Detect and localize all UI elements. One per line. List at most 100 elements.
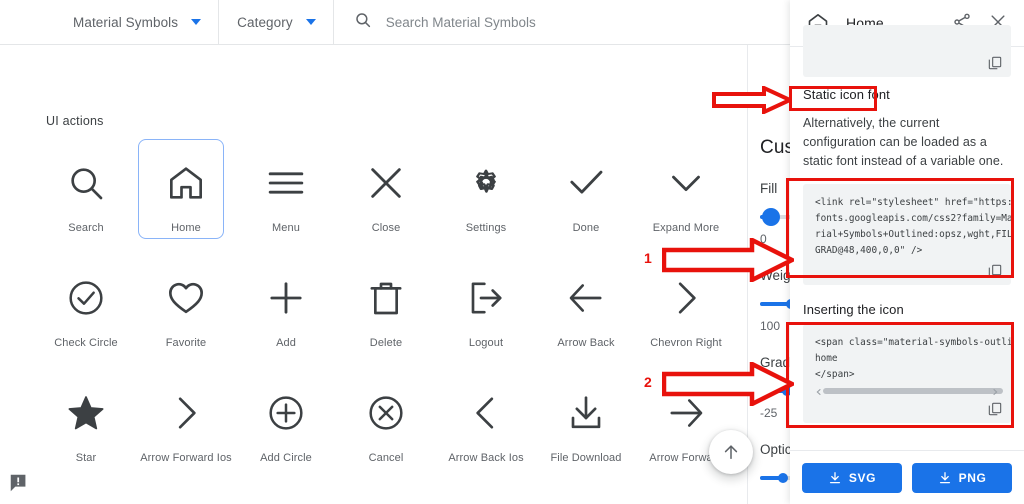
icon-cell-add-circle[interactable]: Add Circle (236, 375, 336, 490)
download-png-label: PNG (958, 470, 987, 485)
grade-slider-knob[interactable] (782, 386, 790, 396)
trash-icon (362, 274, 410, 322)
icon-label: Favorite (165, 337, 207, 349)
copy-icon[interactable] (987, 55, 1003, 71)
detail-panel-body: Static icon font Alternatively, the curr… (790, 25, 1024, 504)
icon-cell-settings[interactable]: Settings (436, 145, 536, 260)
copy-icon[interactable] (987, 401, 1003, 417)
chevron-left-thin-icon (462, 389, 510, 437)
icon-grid: Search Home Menu Close Settings Done Expand Mo… (36, 139, 747, 490)
scroll-left-arrow-icon[interactable] (815, 386, 823, 396)
gear-icon (462, 159, 510, 207)
icon-cell-logout[interactable]: Logout (436, 260, 536, 375)
feedback-bubble-icon[interactable] (8, 472, 30, 494)
home-icon (162, 159, 210, 207)
icon-label: File Download (550, 452, 622, 464)
scrollbar-thumb[interactable] (823, 388, 1003, 394)
scroll-right-arrow-icon[interactable] (991, 386, 999, 396)
optical-size-slider-knob[interactable] (778, 473, 788, 483)
icon-cell-star[interactable]: Star (36, 375, 136, 490)
search-input[interactable] (385, 14, 790, 30)
grade-label: Grade (760, 355, 790, 370)
download-svg-button[interactable]: SVG (802, 462, 902, 493)
icon-cell-home[interactable]: Home (136, 139, 236, 260)
icon-label: Search (68, 222, 104, 234)
icon-cell-arrow-back[interactable]: Arrow Back (536, 260, 636, 375)
download-icon (562, 389, 610, 437)
icon-cell-expand-more[interactable]: Expand More (636, 145, 736, 260)
icon-label: Delete (369, 337, 403, 349)
grade-slider[interactable] (760, 382, 790, 400)
icon-cell-add[interactable]: Add (236, 260, 336, 375)
icon-cell-cancel[interactable]: Cancel (336, 375, 436, 490)
heart-icon (162, 274, 210, 322)
font-family-label: Material Symbols (73, 14, 179, 30)
icon-detail-panel: Home Static icon font Alternatively, the… (790, 0, 1024, 504)
fill-slider[interactable] (760, 208, 790, 226)
icon-label: Close (371, 222, 401, 234)
insert-icon-code-block[interactable]: <span class="material-symbols-outlined" h… (803, 324, 1011, 423)
optical-size-label: Optical size (760, 442, 790, 457)
inserting-the-icon-heading: Inserting the icon (803, 302, 904, 317)
star-filled-icon (62, 389, 110, 437)
category-label: Category (237, 14, 293, 30)
annotation-marker-2: 2 (644, 374, 652, 390)
font-family-dropdown[interactable]: Material Symbols (55, 0, 220, 45)
icon-cell-arrow-forward-ios[interactable]: Arrow Forward Ios (136, 375, 236, 490)
check-circle-icon (62, 274, 110, 322)
icon-cell-menu[interactable]: Menu (236, 145, 336, 260)
code-line: <span class="material-symbols-outlined" (815, 337, 1011, 348)
download-png-button[interactable]: PNG (912, 462, 1012, 493)
variable-font-code-block[interactable] (803, 25, 1011, 77)
code-line: rial+Symbols+Outlined:opsz,wght,FILL, (815, 229, 1011, 240)
icon-cell-done[interactable]: Done (536, 145, 636, 260)
static-font-code-block[interactable]: <link rel="stylesheet" href="https:// fon… (803, 184, 1011, 285)
weight-slider[interactable] (760, 295, 790, 313)
category-dropdown[interactable]: Category (219, 0, 334, 45)
copy-icon[interactable] (987, 263, 1003, 279)
icon-cell-favorite[interactable]: Favorite (136, 260, 236, 375)
icon-cell-delete[interactable]: Delete (336, 260, 436, 375)
x-circle-icon (362, 389, 410, 437)
arrow-left-icon (562, 274, 610, 322)
optical-size-slider[interactable] (760, 469, 790, 487)
download-icon (939, 471, 950, 483)
icon-label: Arrow Forward Ios (140, 452, 232, 464)
scroll-to-top-button[interactable] (709, 430, 753, 474)
download-svg-label: SVG (848, 470, 877, 485)
customize-panel: Customize Fill 0 Weight 100 Grade -25 (747, 45, 790, 504)
download-buttons-bar: SVG PNG (790, 450, 1024, 504)
annotation-marker-1: 1 (644, 250, 652, 266)
code-line: <link rel="stylesheet" href="https:// (815, 197, 1011, 208)
icon-cell-chevron-right[interactable]: Chevron Right (636, 260, 736, 375)
icon-label: Check Circle (54, 337, 118, 349)
customize-title: Customize (760, 137, 790, 158)
icon-grid-area: UI actions Search Home Menu Close Settings Do… (0, 45, 747, 504)
chevron-down-icon (191, 19, 202, 25)
section-title: UI actions (46, 114, 104, 128)
code-line: </span> (815, 369, 855, 380)
icon-label: Done (572, 222, 600, 234)
plus-icon (262, 274, 310, 322)
icon-cell-close[interactable]: Close (336, 145, 436, 260)
code-line: fonts.googleapis.com/css2?family=Mate (815, 213, 1011, 224)
toolbar-left-spacer (0, 0, 55, 45)
icon-cell-search[interactable]: Search (36, 145, 136, 260)
search-box[interactable] (334, 11, 790, 34)
code-horizontal-scrollbar[interactable] (815, 385, 1003, 397)
download-icon (829, 471, 840, 483)
close-icon (362, 159, 410, 207)
fill-label: Fill (760, 181, 778, 196)
search-icon (62, 159, 110, 207)
fill-slider-knob[interactable] (762, 208, 780, 226)
icon-cell-check-circle[interactable]: Check Circle (36, 260, 136, 375)
icon-cell-file-download[interactable]: File Download (536, 375, 636, 490)
search-icon (354, 11, 372, 34)
fill-value: 0 (760, 232, 767, 246)
weight-label: Weight (760, 268, 790, 283)
icon-cell-arrow-back-ios[interactable]: Arrow Back Ios (436, 375, 536, 490)
static-icon-font-description: Alternatively, the current configuration… (803, 116, 1004, 168)
static-icon-font-heading: Static icon font (803, 87, 890, 102)
menu-icon (262, 159, 310, 207)
icon-label: Settings (465, 222, 507, 234)
